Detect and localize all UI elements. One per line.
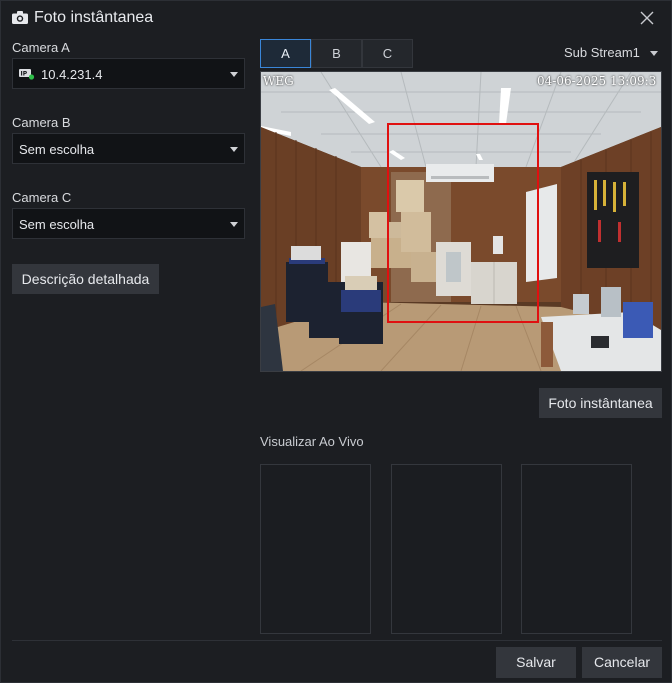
stream-select[interactable]: Sub Stream1 (564, 45, 640, 60)
snapshot-dialog: Foto instântanea Camera A IP 10.4.231.4 … (0, 0, 672, 683)
camera-b-select[interactable]: Sem escolha (12, 133, 245, 164)
live-preview-slot-c (521, 464, 632, 634)
live-preview-slot-b (391, 464, 502, 634)
live-preview-label: Visualizar Ao Vivo (260, 434, 364, 449)
camera-c-select[interactable]: Sem escolha (12, 208, 245, 239)
camera-a-select[interactable]: IP 10.4.231.4 (12, 58, 245, 89)
camera-icon (12, 11, 28, 24)
camera-a-label: Camera A (12, 40, 70, 55)
osd-camera-name: WEG (263, 74, 294, 88)
chevron-down-icon (230, 222, 238, 227)
dialog-title: Foto instântanea (34, 9, 154, 26)
close-icon[interactable] (639, 10, 655, 26)
footer-divider (12, 640, 662, 641)
video-preview: WEG 04-06-2025 13:09:3 (260, 71, 662, 372)
tab-c[interactable]: C (362, 39, 413, 68)
camera-b-value: Sem escolha (19, 142, 95, 157)
tab-b[interactable]: B (311, 39, 362, 68)
camera-c-value: Sem escolha (19, 217, 95, 232)
cancel-button[interactable]: Cancelar (582, 647, 662, 678)
live-preview-slot-a (260, 464, 371, 634)
title-bar: Foto instântanea (1, 1, 671, 35)
camera-b-label: Camera B (12, 115, 71, 130)
chevron-down-icon (230, 72, 238, 77)
detection-region-box (387, 123, 539, 323)
camera-c-label: Camera C (12, 190, 72, 205)
save-button[interactable]: Salvar (496, 647, 576, 678)
camera-a-value: 10.4.231.4 (41, 67, 103, 82)
svg-text:IP: IP (21, 71, 28, 78)
chevron-down-icon (230, 147, 238, 152)
osd-timestamp: 04-06-2025 13:09:3 (537, 74, 657, 88)
detailed-description-button[interactable]: Descrição detalhada (12, 264, 159, 294)
ip-camera-icon: IP (19, 69, 35, 80)
snapshot-button[interactable]: Foto instântanea (539, 388, 662, 418)
chevron-down-icon[interactable] (650, 51, 658, 56)
tab-a[interactable]: A (260, 39, 311, 68)
